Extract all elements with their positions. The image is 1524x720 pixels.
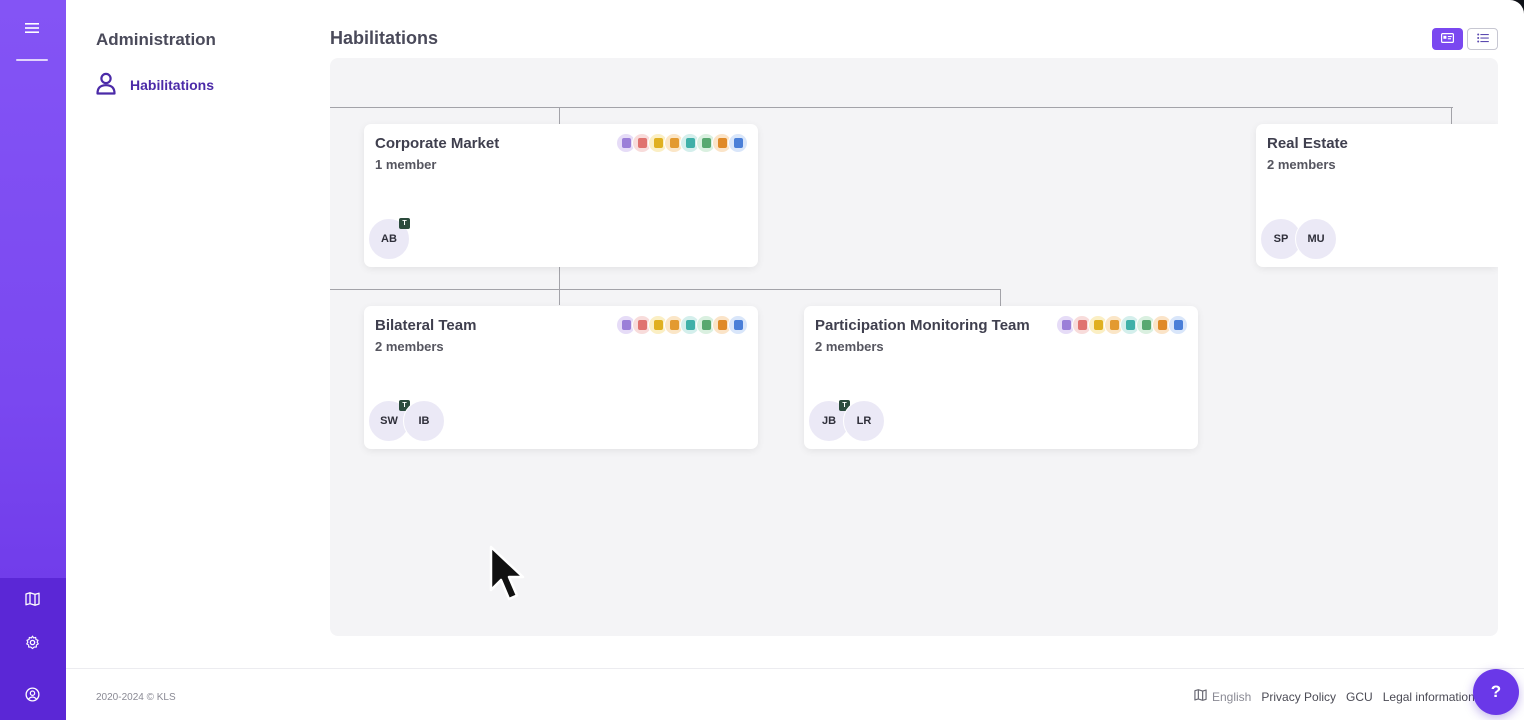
team-card[interactable]: Real Estate 2 members SP MU [1256, 124, 1498, 267]
copyright-text: 2020-2024 © KLS [96, 692, 176, 703]
team-name: Corporate Market [375, 135, 500, 152]
connector-line [330, 289, 1001, 290]
team-card[interactable]: Bilateral Team 2 members SW T IB [364, 306, 758, 449]
member-count: 1 member [375, 157, 437, 172]
team-card[interactable]: Participation Monitoring Team 2 members … [804, 306, 1198, 449]
menu-icon[interactable] [17, 13, 47, 43]
team-name: Real Estate [1267, 135, 1348, 152]
permission-icons [1056, 315, 1188, 335]
bank-icon [728, 133, 748, 153]
gcu-link[interactable]: GCU [1346, 690, 1373, 704]
user-icon [94, 71, 118, 100]
connector-line [330, 107, 1453, 108]
connector-line [1000, 289, 1001, 306]
team-name: Participation Monitoring Team [815, 317, 1030, 334]
map-icon[interactable] [17, 584, 47, 614]
id-card-icon [1441, 30, 1455, 48]
member-avatars: SW T IB [368, 400, 445, 442]
legal-information-link[interactable]: Legal information [1383, 690, 1474, 704]
member-avatars: AB T [368, 218, 410, 260]
team-lead-badge: T [399, 218, 410, 229]
member-count: 2 members [1267, 157, 1336, 172]
connector-line [559, 267, 560, 305]
app-window: Administration Habilitations Habilitatio… [0, 0, 1524, 720]
avatar[interactable]: AB T [368, 218, 410, 260]
team-card[interactable]: Corporate Market 1 member AB T [364, 124, 758, 267]
avatar-initials: IB [418, 415, 430, 427]
avatar[interactable]: IB [403, 400, 445, 442]
language-selector[interactable]: English [1194, 689, 1251, 704]
card-view-button[interactable] [1432, 28, 1463, 50]
connector-line [559, 107, 560, 124]
footer: 2020-2024 © KLS English Privacy Policy G… [66, 668, 1524, 720]
sidebar-title: Administration [96, 30, 216, 49]
avatar-initials: JB [821, 415, 837, 427]
admin-sidebar: Administration Habilitations [66, 0, 330, 668]
member-avatars: JB T LR [808, 400, 885, 442]
member-avatars: SP MU [1260, 218, 1337, 260]
map-icon [1194, 689, 1207, 704]
list-icon [1476, 30, 1489, 48]
icon-rail [0, 0, 66, 720]
list-view-button[interactable] [1467, 28, 1498, 50]
avatar-initials: MU [1307, 233, 1325, 245]
avatar-initials: SP [1273, 233, 1289, 245]
avatar-initials: LR [856, 415, 872, 427]
sidebar-item-habilitations[interactable]: Habilitations [94, 72, 214, 98]
footer-links: English Privacy Policy GCU Legal informa… [1194, 689, 1474, 704]
avatar[interactable]: LR [843, 400, 885, 442]
sidebar-item-label: Habilitations [130, 77, 215, 93]
help-button[interactable]: ? [1473, 669, 1519, 715]
org-chart-canvas[interactable]: Corporate Market 1 member AB T Real Esta… [330, 58, 1498, 636]
gear-icon[interactable] [17, 627, 47, 657]
connector-line [1451, 107, 1452, 124]
permission-icons [616, 315, 748, 335]
bank-icon [728, 315, 748, 335]
rail-divider [16, 59, 48, 61]
member-count: 2 members [815, 339, 884, 354]
team-name: Bilateral Team [375, 317, 477, 334]
permission-icons [616, 133, 748, 153]
privacy-policy-link[interactable]: Privacy Policy [1261, 690, 1336, 704]
language-label: English [1212, 689, 1252, 704]
user-circle-icon[interactable] [17, 679, 47, 709]
page-title: Habilitations [330, 28, 439, 48]
avatar-initials: AB [381, 233, 397, 245]
bank-icon [1168, 315, 1188, 335]
avatar-initials: SW [380, 415, 398, 427]
avatar[interactable]: MU [1295, 218, 1337, 260]
member-count: 2 members [375, 339, 444, 354]
